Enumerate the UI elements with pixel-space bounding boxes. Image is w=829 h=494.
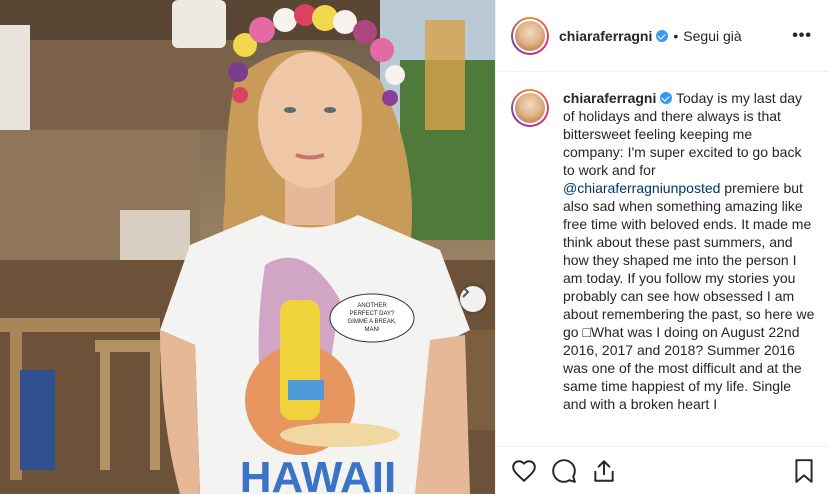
heart-icon — [512, 460, 536, 483]
next-photo-button[interactable] — [460, 286, 486, 312]
bubble-line-3: GIMME A BREAK, — [347, 319, 396, 325]
avatar[interactable] — [511, 16, 549, 55]
comment-button[interactable] — [551, 458, 577, 484]
save-button[interactable] — [791, 458, 817, 484]
like-button[interactable] — [511, 458, 537, 484]
more-options-button[interactable]: ••• — [792, 27, 812, 45]
follow-status-button[interactable]: Segui già — [683, 28, 741, 44]
verified-badge-icon — [660, 92, 673, 104]
shirt-text: HAWAII — [240, 453, 396, 494]
verified-badge-icon — [656, 29, 669, 42]
header-separator: • — [673, 27, 679, 44]
caption-username[interactable]: chiaraferragni — [563, 90, 656, 106]
header-username[interactable]: chiaraferragni — [559, 28, 652, 44]
post-header: chiaraferragni • Segui già ••• — [496, 0, 829, 72]
bubble-line-2: PERFECT DAY? — [350, 311, 395, 317]
share-icon — [594, 460, 614, 482]
action-bar — [496, 446, 829, 494]
caption-text: chiaraferragni Today is my last day of h… — [563, 89, 816, 445]
caption-avatar[interactable] — [511, 89, 549, 127]
caption-mention-link[interactable]: @chiaraferragniunposted — [563, 180, 720, 196]
chevron-right-icon — [462, 286, 470, 298]
bubble-line-4: MAN! — [365, 327, 380, 333]
bookmark-icon — [795, 459, 813, 483]
caption-part-2: premiere but also sad when something ama… — [563, 180, 815, 412]
share-button[interactable] — [591, 458, 617, 484]
post-sidebar: chiaraferragni • Segui già ••• chiarafer… — [495, 0, 829, 494]
bubble-line-1: ANOTHER — [357, 303, 387, 309]
photo-illustration: ANOTHER PERFECT DAY? GIMME A BREAK, MAN!… — [0, 0, 495, 494]
comment-bubble-icon — [552, 459, 576, 483]
comments-section[interactable]: chiaraferragni Today is my last day of h… — [496, 73, 829, 445]
post-photo[interactable]: ANOTHER PERFECT DAY? GIMME A BREAK, MAN!… — [0, 0, 495, 494]
